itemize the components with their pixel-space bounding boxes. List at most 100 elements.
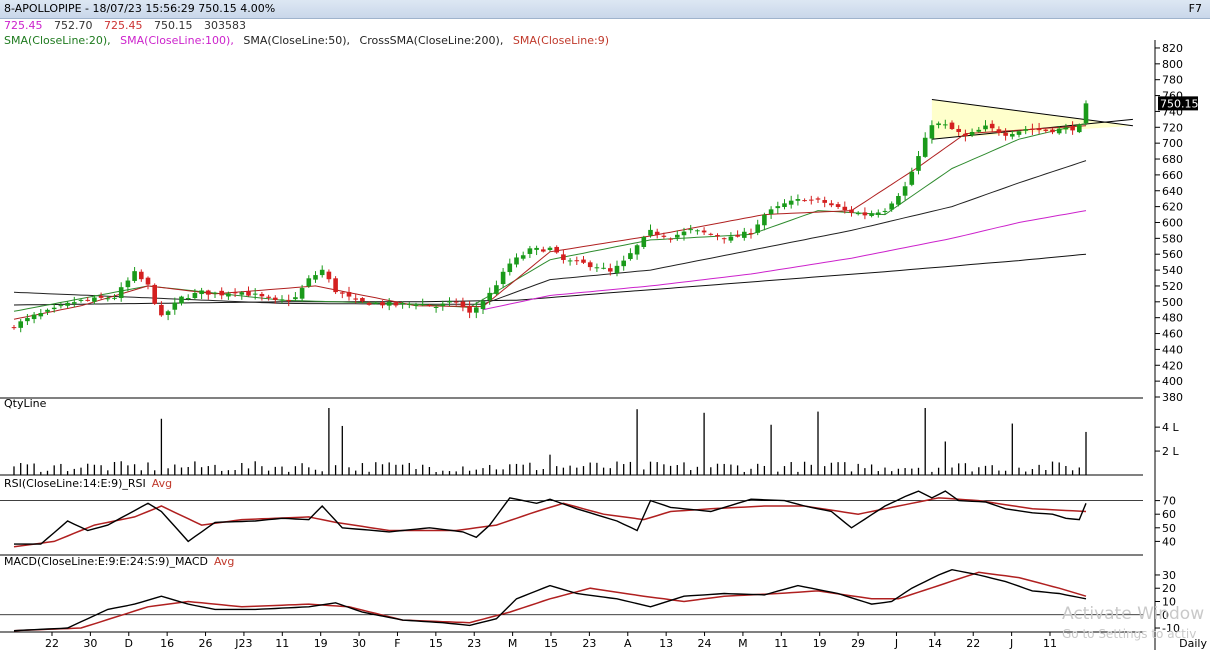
candle-body: [266, 296, 271, 298]
candle-body: [815, 198, 821, 200]
candle-body: [299, 288, 305, 299]
candle-body: [386, 302, 392, 306]
candle-body: [413, 304, 419, 306]
candle-body: [547, 247, 553, 250]
candle-body: [1063, 127, 1069, 130]
candle-body: [125, 280, 131, 288]
candle-body: [212, 292, 218, 294]
price-tick-label: 520: [1162, 280, 1183, 293]
candle-body: [1023, 129, 1028, 131]
price-tick-label: 640: [1162, 185, 1183, 198]
candle-body: [641, 236, 647, 247]
candle-body: [956, 128, 961, 132]
date-tick-label: 30: [352, 637, 366, 650]
date-tick-label: 29: [851, 637, 865, 650]
candle-body: [963, 133, 968, 136]
date-tick-label: 23: [467, 637, 481, 650]
candle-body: [179, 296, 184, 304]
candle-body: [768, 209, 774, 215]
sma50-line: [13, 160, 1087, 305]
candle-body: [581, 259, 586, 263]
candle-body: [105, 298, 111, 300]
stock-chart[interactable]: 8208007807607407207006806606406206005805…: [0, 0, 1210, 650]
candle-body: [802, 200, 807, 202]
candle-body: [835, 204, 841, 207]
price-tick-label: 500: [1162, 296, 1183, 309]
candle-body: [661, 235, 667, 237]
candle-body: [494, 285, 499, 294]
rsi-tick-label: 60: [1162, 508, 1176, 521]
date-tick-label: 16: [160, 637, 174, 650]
candle-body: [366, 302, 372, 305]
candle-body: [219, 290, 224, 296]
price-tick-label: 420: [1162, 359, 1183, 372]
candle-body: [701, 230, 707, 233]
watermark-line1: Activate Window: [1062, 604, 1205, 624]
candle-body: [25, 318, 30, 322]
candle-body: [675, 234, 680, 238]
price-tick-label: 620: [1162, 201, 1183, 214]
candle-body: [159, 304, 164, 316]
candle-body: [286, 300, 291, 302]
candle-body: [313, 275, 318, 280]
candle-body: [842, 206, 848, 211]
price-tick-label: 380: [1162, 391, 1183, 404]
candle-body: [822, 200, 827, 203]
candle-body: [433, 306, 439, 308]
candle-body: [172, 302, 178, 310]
date-tick-label: 24: [698, 637, 712, 650]
price-tick-label: 540: [1162, 264, 1183, 277]
price-tick-label: 680: [1162, 153, 1183, 166]
candle-body: [876, 212, 881, 215]
candle-body: [279, 299, 285, 301]
candle-body: [507, 263, 513, 273]
candle-body: [896, 195, 901, 205]
date-tick-label: F: [394, 637, 400, 650]
candle-body: [340, 292, 345, 294]
date-tick-label: 22: [966, 637, 980, 650]
candle-body: [587, 262, 593, 268]
candle-body: [829, 203, 834, 206]
date-tick-label: 15: [544, 637, 558, 650]
candle-body: [474, 307, 479, 313]
candle-body: [748, 233, 754, 235]
candle-body: [400, 302, 405, 304]
candle-body: [561, 254, 566, 260]
candle-body: [541, 249, 546, 252]
candle-body: [1003, 132, 1008, 136]
candle-body: [85, 299, 90, 301]
candle-body: [996, 129, 1002, 133]
date-tick-label: 26: [199, 637, 213, 650]
candle-body: [554, 246, 559, 253]
candle-body: [467, 305, 472, 313]
candle-body: [614, 265, 620, 274]
candle-body: [795, 199, 801, 201]
price-tick-label: 660: [1162, 169, 1183, 182]
price-tick-label: 820: [1162, 42, 1183, 55]
qty-tick-label: 2 L: [1162, 445, 1179, 458]
candle-body: [1056, 128, 1062, 134]
date-tick-label: D: [125, 637, 133, 650]
candle-body: [889, 203, 894, 210]
candle-body: [232, 292, 238, 294]
candle-body: [199, 290, 204, 295]
candle-body: [708, 233, 714, 235]
price-tick-label: 480: [1162, 312, 1183, 325]
candle-body: [862, 212, 868, 216]
macd-line: [13, 568, 1087, 632]
macd-tick-label: 20: [1162, 582, 1176, 595]
candle-body: [500, 271, 506, 285]
candle-body: [38, 313, 44, 317]
candle-body: [453, 301, 459, 303]
price-tick-label: 780: [1162, 74, 1183, 87]
candle-body: [527, 248, 533, 254]
candle-body: [259, 293, 265, 297]
rsi-tick-label: 70: [1162, 495, 1176, 508]
candle-body: [1043, 129, 1049, 131]
candle-body: [420, 304, 425, 306]
price-tick-label: 700: [1162, 137, 1183, 150]
candle-body: [969, 131, 975, 136]
watermark-line2: Go to Settings to activ: [1062, 627, 1197, 641]
candle-body: [1077, 125, 1082, 133]
candle-body: [534, 247, 539, 250]
